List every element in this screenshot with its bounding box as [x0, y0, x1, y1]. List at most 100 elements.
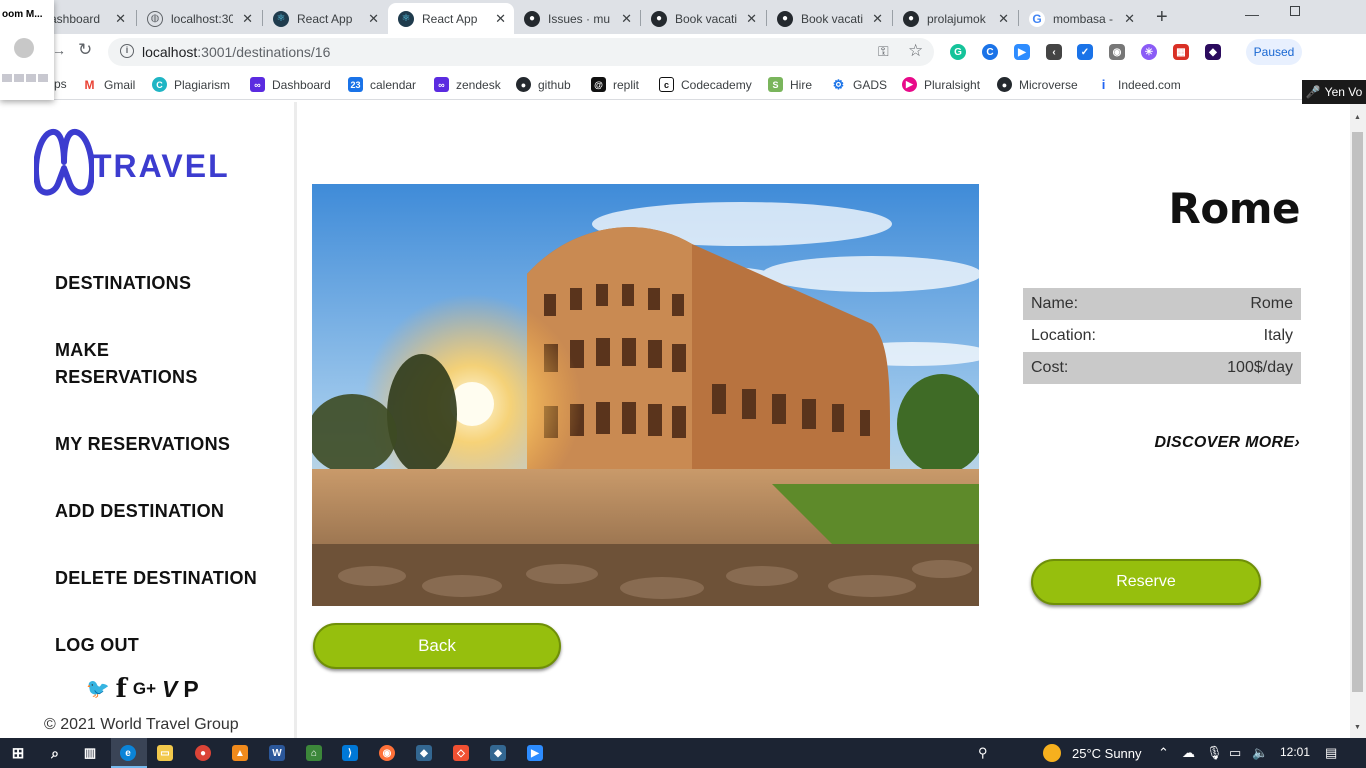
- pgadmin-icon[interactable]: ◆: [490, 745, 506, 761]
- vimeo-icon[interactable]: V: [162, 676, 177, 703]
- postgres-icon[interactable]: ◆: [416, 745, 432, 761]
- back-button[interactable]: Back: [313, 623, 561, 669]
- close-icon[interactable]: ✕: [368, 11, 379, 27]
- vscode-icon[interactable]: ⟩: [342, 745, 358, 761]
- nav-my-reservations[interactable]: MY RESERVATIONS: [55, 431, 230, 458]
- zoom-extension-icon[interactable]: ▶: [1014, 44, 1030, 60]
- close-icon[interactable]: ✕: [746, 11, 757, 27]
- tab-react-app-active[interactable]: ⚛ React App ✕: [388, 3, 514, 34]
- clock[interactable]: 12:01: [1280, 745, 1310, 759]
- tab-mombasa[interactable]: G mombasa - ✕: [1019, 3, 1143, 34]
- bookmark-apps[interactable]: ps: [54, 77, 67, 91]
- chevron-up-icon[interactable]: ⌃: [1158, 745, 1169, 761]
- tab-prolajumok[interactable]: ● prolajumok ✕: [893, 3, 1017, 34]
- task-view-icon[interactable]: ▥: [82, 745, 98, 761]
- close-icon[interactable]: ✕: [495, 11, 506, 27]
- bookmark-microverse[interactable]: ● Microverse: [997, 77, 1078, 92]
- scroll-thumb[interactable]: [1352, 132, 1363, 692]
- close-icon[interactable]: ✕: [115, 11, 126, 27]
- nav-add-destination[interactable]: ADD DESTINATION: [55, 498, 224, 525]
- camera-icon[interactable]: ◉: [1109, 44, 1125, 60]
- git-icon[interactable]: ◇: [453, 745, 469, 761]
- bookmark-pluralsight[interactable]: ▶ Pluralsight: [902, 77, 980, 92]
- bookmark-github[interactable]: ● github: [516, 77, 571, 92]
- profile-paused-button[interactable]: Paused: [1246, 39, 1302, 65]
- discover-more-link[interactable]: DISCOVER MORE›: [1154, 434, 1300, 452]
- new-tab-button[interactable]: +: [1156, 6, 1168, 29]
- bookmark-indeed[interactable]: i Indeed.com: [1096, 77, 1181, 92]
- extension-check-icon[interactable]: ✓: [1077, 44, 1093, 60]
- vlc-icon[interactable]: ▲: [232, 745, 248, 761]
- facebook-icon[interactable]: f: [116, 674, 127, 704]
- scroll-down-icon[interactable]: ▼: [1354, 724, 1361, 731]
- browser-back-icon[interactable]: →: [52, 42, 66, 58]
- bookmark-star-icon[interactable]: ☆: [908, 41, 923, 61]
- minimize-button[interactable]: —: [1245, 6, 1259, 22]
- zoom-toggle[interactable]: [14, 38, 34, 58]
- url-text[interactable]: localhost:3001/destinations/16: [142, 44, 330, 60]
- nav-destinations[interactable]: DESTINATIONS: [55, 270, 191, 297]
- onedrive-icon[interactable]: ☁: [1182, 745, 1195, 761]
- bookmark-gmail[interactable]: M Gmail: [82, 77, 135, 92]
- twitter-icon[interactable]: 🐦: [86, 677, 110, 701]
- bookmark-gads[interactable]: ⚙ GADS: [831, 77, 887, 92]
- people-icon[interactable]: ⚲: [978, 745, 988, 761]
- close-icon[interactable]: ✕: [621, 11, 632, 27]
- tab-react-app-1[interactable]: ⚛ React App ✕: [263, 3, 387, 34]
- extension-c-icon[interactable]: C: [982, 44, 998, 60]
- site-info-icon[interactable]: i: [120, 44, 134, 58]
- bookmark-plagiarism[interactable]: C Plagiarism: [152, 77, 230, 92]
- extension-arrow-icon[interactable]: ‹: [1046, 44, 1062, 60]
- reload-icon[interactable]: ↻: [78, 40, 92, 60]
- sun-icon[interactable]: [1043, 744, 1061, 762]
- file-explorer-icon[interactable]: ▭: [157, 745, 173, 761]
- windows-start-icon[interactable]: ⊞: [10, 745, 26, 762]
- chrome-icon[interactable]: ●: [195, 745, 211, 761]
- zoom-icon[interactable]: ▶: [527, 745, 543, 761]
- grammarly-icon[interactable]: G: [950, 44, 966, 60]
- omnibox[interactable]: i localhost:3001/destinations/16 ⚿ ☆: [108, 38, 934, 66]
- bookmark-hire[interactable]: S Hire: [768, 77, 812, 92]
- logo-icon[interactable]: [32, 124, 96, 205]
- zoom-controls[interactable]: [2, 74, 48, 82]
- maximize-button[interactable]: [1290, 6, 1300, 16]
- android-studio-icon[interactable]: ⌂: [306, 745, 322, 761]
- word-icon[interactable]: W: [269, 745, 285, 761]
- bookmark-codecademy[interactable]: c Codecademy: [659, 77, 752, 92]
- bookmark-replit[interactable]: @ replit: [591, 77, 639, 92]
- bookmark-calendar[interactable]: 23 calendar: [348, 77, 416, 92]
- google-plus-icon[interactable]: G+: [133, 679, 156, 699]
- extension-red-icon[interactable]: ▦: [1173, 44, 1189, 60]
- volume-icon[interactable]: 🔈: [1252, 745, 1268, 761]
- nav-delete-destination[interactable]: DELETE DESTINATION: [55, 565, 257, 592]
- nav-log-out[interactable]: LOG OUT: [55, 632, 139, 659]
- tab-dashboard[interactable]: ashboard ✕: [40, 3, 134, 34]
- zoom-meeting-window[interactable]: oom M...: [0, 0, 54, 100]
- tab-book-vacation-1[interactable]: ● Book vacati ✕: [641, 3, 765, 34]
- firefox-icon[interactable]: ◉: [379, 745, 395, 761]
- weather-text[interactable]: 25°C Sunny: [1072, 746, 1142, 761]
- close-icon[interactable]: ✕: [242, 11, 253, 27]
- tab-issues[interactable]: ● Issues · mu ✕: [514, 3, 640, 34]
- extension-purple-icon[interactable]: ◆: [1205, 44, 1221, 60]
- close-icon[interactable]: ✕: [1124, 11, 1135, 27]
- reserve-button[interactable]: Reserve: [1031, 559, 1261, 605]
- nav-make-reservations[interactable]: MAKE RESERVATIONS: [55, 337, 235, 391]
- tab-localhost[interactable]: ◍ localhost:30 ✕: [137, 3, 261, 34]
- edge-icon[interactable]: e: [120, 745, 136, 761]
- page-scrollbar[interactable]: ▲ ▼: [1350, 102, 1366, 738]
- tab-book-vacation-2[interactable]: ● Book vacati ✕: [767, 3, 891, 34]
- scroll-up-icon[interactable]: ▲: [1354, 114, 1361, 121]
- search-icon[interactable]: ⌕: [47, 745, 63, 761]
- close-icon[interactable]: ✕: [872, 11, 883, 27]
- microphone-icon[interactable]: 🎙: [1206, 745, 1223, 761]
- logo-text[interactable]: TRAVEL: [92, 148, 230, 185]
- notifications-icon[interactable]: ▤: [1325, 745, 1337, 761]
- close-icon[interactable]: ✕: [998, 11, 1009, 27]
- bookmark-dashboard[interactable]: ∞ Dashboard: [250, 77, 331, 92]
- bookmark-zendesk[interactable]: ∞ zendesk: [434, 77, 501, 92]
- network-icon[interactable]: ▭: [1229, 745, 1241, 761]
- extension-badge-icon[interactable]: ✳: [1141, 44, 1157, 60]
- key-icon[interactable]: ⚿: [878, 43, 889, 60]
- pinterest-icon[interactable]: P: [183, 676, 198, 703]
